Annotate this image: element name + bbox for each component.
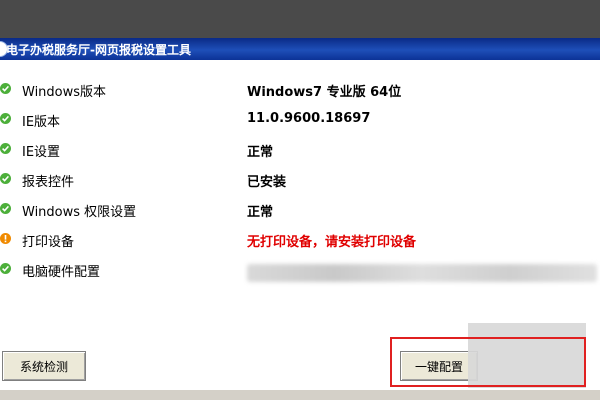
row-value: 正常 [247, 145, 274, 160]
highlight-box [390, 337, 586, 387]
row-label: Windows 权限设置 [22, 205, 137, 220]
row-label: 报表控件 [22, 175, 75, 190]
redacted-value [247, 264, 597, 282]
check-circle-icon [0, 173, 11, 184]
row-label: 打印设备 [22, 235, 75, 250]
row-value: 正常 [247, 205, 274, 220]
check-circle-icon [0, 263, 11, 274]
row-hardware: 电脑硬件配置 [0, 260, 600, 282]
exclamation-circle-icon [0, 233, 11, 244]
check-circle-icon [0, 143, 11, 154]
row-label: IE版本 [22, 115, 61, 130]
row-report-control: 报表控件 已安装 [0, 170, 600, 192]
title-bar[interactable]: 电子办税服务厅-网页报税设置工具 [0, 38, 600, 60]
system-check-button[interactable]: 系统检测 [2, 351, 86, 381]
check-circle-icon [0, 83, 11, 94]
row-windows-version: Windows版本 Windows7 专业版 64位 [0, 80, 600, 102]
window-title: 电子办税服务厅-网页报税设置工具 [6, 43, 191, 57]
row-value: 11.0.9600.18697 [247, 111, 371, 126]
row-ie-settings: IE设置 正常 [0, 140, 600, 162]
row-value: 已安装 [247, 175, 287, 190]
row-windows-permissions: Windows 权限设置 正常 [0, 200, 600, 222]
check-circle-icon [0, 113, 11, 124]
row-value-warning: 无打印设备，请安装打印设备 [247, 235, 417, 250]
check-circle-icon [0, 203, 11, 214]
row-label: 电脑硬件配置 [22, 265, 101, 280]
row-ie-version: IE版本 11.0.9600.18697 [0, 110, 600, 132]
row-printer: 打印设备 无打印设备，请安装打印设备 [0, 230, 600, 252]
footer-strip [0, 390, 600, 400]
row-value: Windows7 专业版 64位 [247, 85, 402, 100]
row-label: IE设置 [22, 145, 61, 160]
row-label: Windows版本 [22, 85, 107, 100]
